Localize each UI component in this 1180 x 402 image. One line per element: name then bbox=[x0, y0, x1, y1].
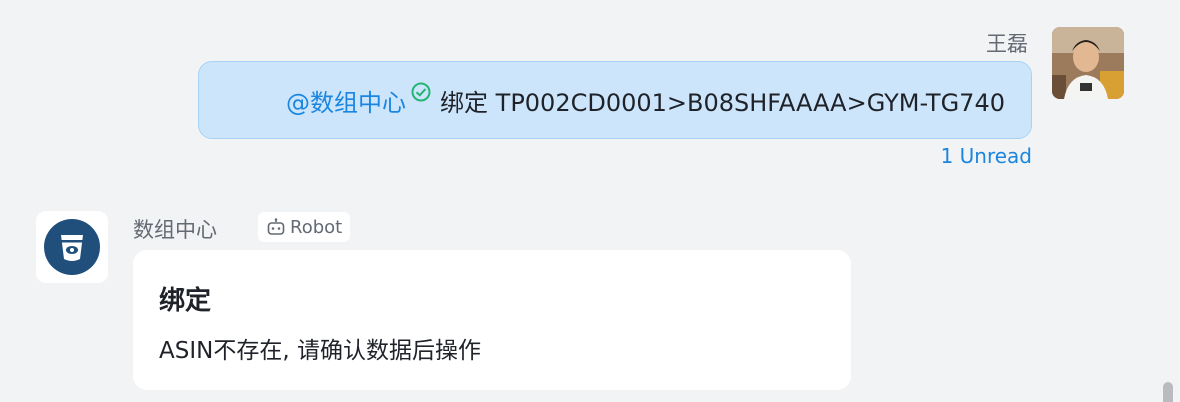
card-title: 绑定 bbox=[159, 286, 212, 316]
outgoing-message-bubble[interactable]: @数组中心 绑定 TP002CD0001>B08SHFAAAA>GYM-TG74… bbox=[198, 61, 1032, 139]
outgoing-sender-name: 王磊 bbox=[986, 32, 1028, 56]
incoming-sender-name: 数组中心 bbox=[133, 218, 217, 242]
card-body: ASIN不存在, 请确认数据后操作 bbox=[159, 338, 481, 364]
robot-icon bbox=[267, 218, 285, 235]
mention-link[interactable]: @数组中心 bbox=[286, 83, 406, 118]
user-avatar-image bbox=[1052, 27, 1124, 99]
robot-badge-label: Robot bbox=[290, 216, 343, 238]
unread-status[interactable]: 1 Unread bbox=[941, 144, 1032, 168]
bucket-logo-icon bbox=[44, 219, 100, 275]
scrollbar-thumb[interactable] bbox=[1163, 382, 1173, 402]
bot-avatar[interactable] bbox=[36, 211, 108, 283]
outgoing-message-text: 绑定 TP002CD0001>B08SHFAAAA>GYM-TG740 bbox=[440, 88, 1005, 117]
robot-badge: Robot bbox=[258, 212, 351, 242]
user-avatar[interactable] bbox=[1052, 27, 1124, 99]
check-circle-icon bbox=[410, 81, 432, 103]
bot-message-card[interactable]: 绑定 ASIN不存在, 请确认数据后操作 bbox=[133, 250, 851, 390]
